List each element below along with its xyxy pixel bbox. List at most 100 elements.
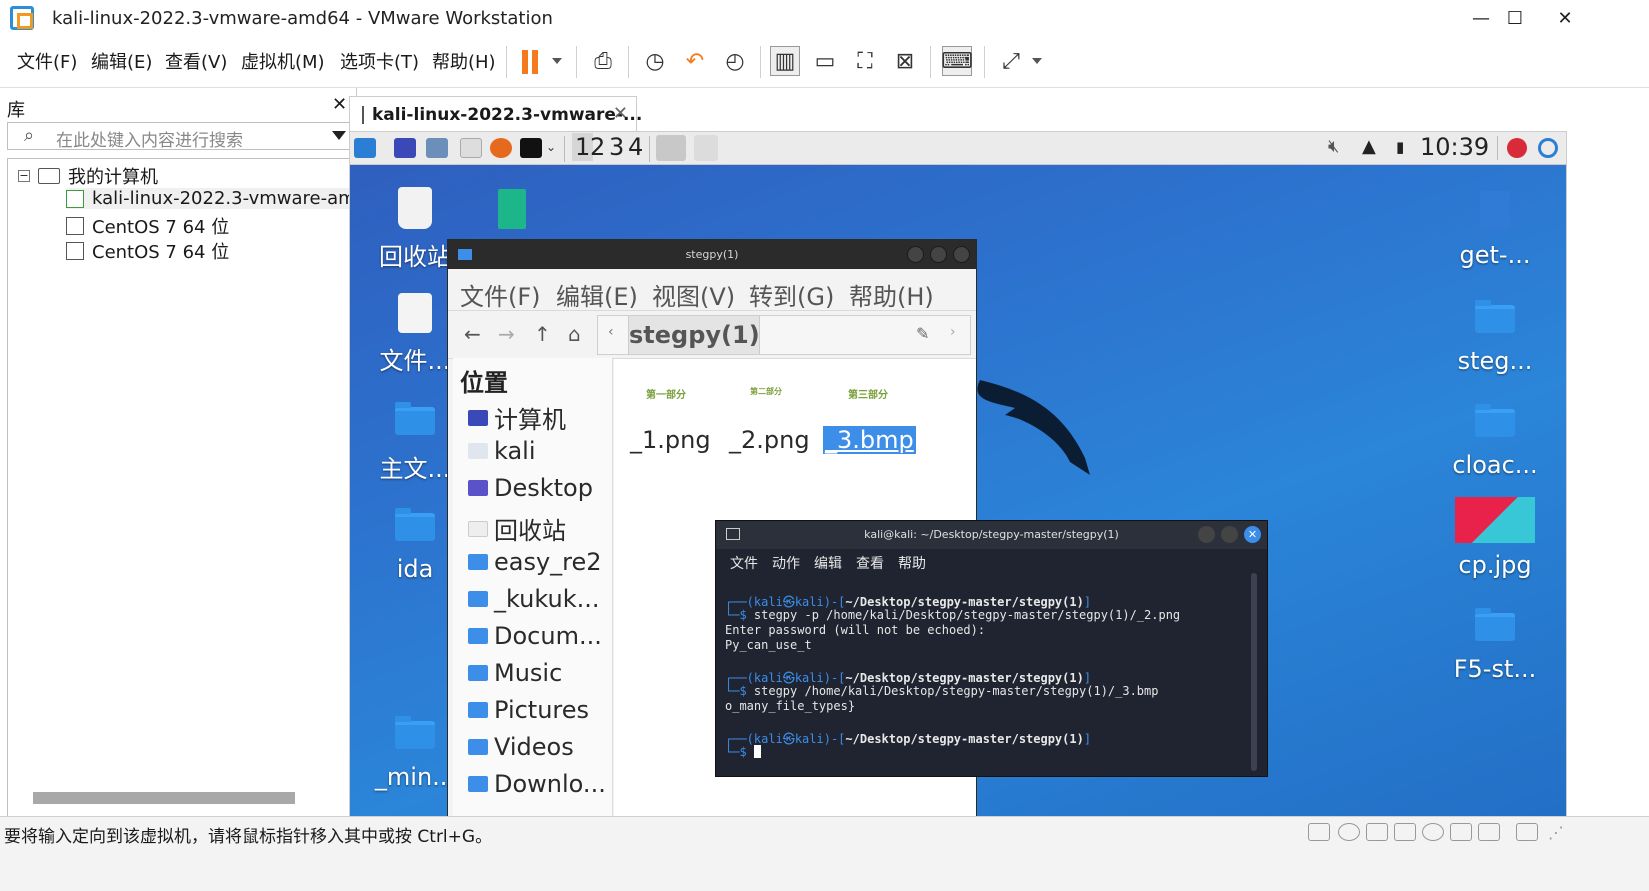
snapshot-manager-icon[interactable]: ◴ — [720, 46, 750, 76]
library-search-input[interactable]: ⌕ 在此处键入内容进行搜索 — [7, 122, 353, 151]
desktop-icon-cloac[interactable]: cloac... — [1440, 404, 1550, 479]
up-arrow-icon[interactable]: ↑ — [534, 322, 551, 346]
term-menu-file[interactable]: 文件 — [730, 553, 758, 573]
send-ctrl-alt-del-icon[interactable]: ⎙ — [588, 46, 618, 76]
menu-help[interactable]: 帮助(H) — [432, 48, 496, 74]
thumbnail-bar-icon[interactable]: ▭ — [810, 46, 840, 76]
maximize-button[interactable] — [1221, 526, 1238, 543]
minimize-button[interactable] — [1198, 526, 1215, 543]
show-desktop-icon[interactable] — [394, 138, 416, 158]
terminal-scrollbar[interactable] — [1251, 573, 1257, 771]
tab-close-button[interactable]: ✕ — [613, 103, 628, 124]
path-scroll-left-icon[interactable]: ‹ — [608, 324, 614, 340]
file-item-selected[interactable]: _3.bmp — [823, 426, 916, 454]
vm-tab[interactable]: kali-linux-2022.3-vmware-... ✕ — [349, 96, 642, 132]
place-trash[interactable]: 回收站 — [468, 511, 566, 546]
chevron-down-icon[interactable]: ⌄ — [546, 140, 556, 154]
text-editor-icon[interactable] — [460, 138, 482, 158]
window-button[interactable] — [656, 135, 686, 161]
terminal-titlebar[interactable]: kali@kali: ~/Desktop/stegpy-master/stegp… — [716, 521, 1267, 549]
file-item[interactable]: _1.png — [630, 426, 711, 454]
menu-file[interactable]: 文件(F) — [17, 48, 77, 74]
place-downloads[interactable]: Downlo... — [468, 770, 606, 798]
menu-edit[interactable]: 编辑(E) — [91, 48, 152, 74]
menu-view[interactable]: 查看(V) — [165, 48, 227, 74]
term-menu-view[interactable]: 查看 — [856, 553, 884, 573]
fm-menu-edit[interactable]: 编辑(E) — [556, 277, 638, 312]
tree-item-vm[interactable]: CentOS 7 64 位 — [66, 213, 229, 239]
lock-screen-icon[interactable] — [1507, 138, 1527, 158]
printer-icon[interactable] — [1450, 823, 1472, 841]
desktop-icon-f5[interactable]: F5-st... — [1440, 608, 1550, 683]
console-view-icon[interactable]: ⌨ — [941, 46, 973, 76]
fm-menu-file[interactable]: 文件(F) — [460, 277, 541, 312]
term-menu-edit[interactable]: 编辑 — [814, 553, 842, 573]
terminal-icon[interactable] — [520, 138, 542, 158]
horizontal-scrollbar[interactable] — [33, 792, 295, 804]
back-arrow-icon[interactable]: ← — [464, 322, 481, 346]
forward-arrow-icon[interactable]: → — [498, 322, 515, 346]
fullscreen-icon[interactable]: ⛶ — [850, 46, 880, 76]
display-icon[interactable] — [1478, 823, 1500, 841]
menu-tabs[interactable]: 选项卡(T) — [340, 48, 419, 74]
place-videos[interactable]: Videos — [468, 733, 574, 761]
close-button[interactable]: ✕ — [1543, 0, 1587, 36]
fm-menu-help[interactable]: 帮助(H) — [849, 277, 934, 312]
place-easy-re2[interactable]: easy_re2 — [468, 548, 602, 576]
desktop-icon-get[interactable]: get-... — [1440, 191, 1550, 269]
edit-path-icon[interactable]: ✎ — [916, 324, 929, 343]
desktop-icon-steg[interactable]: steg... — [1440, 300, 1550, 375]
place-desktop[interactable]: Desktop — [468, 474, 593, 502]
window-button[interactable] — [694, 135, 718, 161]
library-close-button[interactable]: ✕ — [332, 94, 347, 115]
tree-item-my-computer[interactable]: − 我的计算机 — [18, 163, 158, 189]
close-button[interactable] — [953, 246, 970, 263]
path-scroll-right-icon[interactable]: › — [950, 324, 956, 340]
power-icon[interactable] — [1538, 138, 1558, 158]
file-item[interactable]: _2.png — [729, 426, 810, 454]
chevron-down-icon[interactable] — [332, 131, 346, 140]
home-icon[interactable]: ⌂ — [568, 322, 581, 346]
desktop-icon-cpjpg[interactable]: cp.jpg — [1440, 497, 1550, 579]
workspace-3[interactable]: 3 — [609, 133, 624, 161]
file-manager-icon[interactable] — [426, 138, 448, 158]
usb-icon[interactable] — [1394, 823, 1416, 841]
battery-icon[interactable]: ▮ — [1396, 138, 1404, 156]
clock[interactable]: 10:39 — [1420, 133, 1489, 161]
term-menu-action[interactable]: 动作 — [772, 553, 800, 573]
term-menu-help[interactable]: 帮助 — [898, 553, 926, 573]
notification-bell-icon[interactable]: ▲ — [1362, 136, 1376, 157]
firefox-icon[interactable] — [490, 138, 512, 158]
tree-item-vm[interactable]: CentOS 7 64 位 — [66, 238, 229, 264]
place-music[interactable]: Music — [468, 659, 562, 687]
workspace-2[interactable]: 2 — [590, 133, 605, 161]
message-log-icon[interactable] — [1516, 823, 1538, 841]
maximize-button[interactable] — [930, 246, 947, 263]
unity-icon[interactable]: ⊠ — [890, 46, 920, 76]
path-button-current[interactable]: stegpy(1) — [628, 316, 760, 354]
show-library-icon[interactable]: ▥ — [770, 46, 800, 76]
hard-disk-icon[interactable] — [1308, 823, 1330, 841]
archive-icon[interactable] — [498, 189, 526, 229]
tree-item-vm[interactable]: kali-linux-2022.3-vmware-amd64 — [66, 188, 352, 209]
fm-titlebar[interactable]: stegpy(1) — [448, 240, 976, 269]
fm-menu-go[interactable]: 转到(G) — [749, 277, 834, 312]
network-icon[interactable] — [1366, 823, 1388, 841]
place-documents[interactable]: Docum... — [468, 622, 602, 650]
stretch-icon[interactable]: ⤢ — [996, 46, 1026, 76]
menu-vm[interactable]: 虚拟机(M) — [241, 48, 325, 74]
revert-snapshot-icon[interactable]: ↶ — [680, 46, 710, 76]
resize-grip-icon[interactable]: ⋰ — [1548, 823, 1564, 842]
kali-menu-icon[interactable] — [354, 138, 376, 158]
collapse-icon[interactable]: − — [18, 170, 30, 182]
close-button[interactable]: ✕ — [1244, 526, 1261, 543]
cd-rom-icon[interactable] — [1338, 823, 1360, 841]
place-kukuk[interactable]: _kukuk... — [468, 585, 600, 613]
workspace-4[interactable]: 4 — [628, 133, 643, 161]
sound-icon[interactable] — [1422, 823, 1444, 841]
pause-button[interactable] — [518, 36, 568, 88]
snapshot-icon[interactable]: ◷ — [640, 46, 670, 76]
place-kali[interactable]: kali — [468, 437, 536, 465]
place-computer[interactable]: 计算机 — [468, 400, 566, 435]
minimize-button[interactable] — [907, 246, 924, 263]
